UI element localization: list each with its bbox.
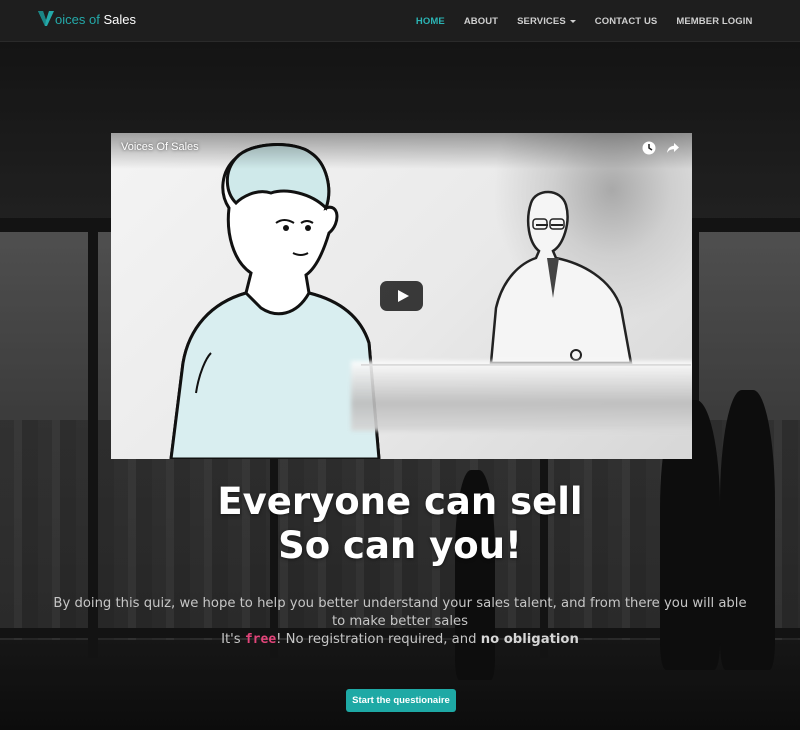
- brand-text-voices: oices of: [55, 11, 100, 27]
- hero-headline-line2: So can you!: [278, 524, 522, 567]
- share-icon[interactable]: [666, 140, 680, 159]
- brand-text: oices of Sales: [55, 12, 136, 27]
- video-title[interactable]: Voices Of Sales: [121, 141, 199, 153]
- nav-services-label: SERVICES: [517, 15, 566, 27]
- youtube-video-embed[interactable]: Voices Of Sales: [111, 133, 692, 459]
- brand-text-sales: Sales: [103, 11, 136, 27]
- hero-headline-line1: Everyone can sell: [217, 480, 583, 523]
- hero-subtitle-prefix: It's: [221, 632, 245, 647]
- no-obligation-text: no obligation: [480, 632, 579, 647]
- nav-home[interactable]: HOME: [406, 16, 454, 27]
- top-navbar: oices of Sales HOME ABOUT SERVICES CONTA…: [0, 0, 800, 42]
- main-nav: HOME ABOUT SERVICES CONTACT US MEMBER LO…: [406, 0, 762, 42]
- hero-subtitle: By doing this quiz, we hope to help you …: [50, 595, 750, 649]
- caret-down-icon: [569, 19, 576, 23]
- nav-services[interactable]: SERVICES: [508, 16, 586, 27]
- nav-contact-us[interactable]: CONTACT US: [585, 16, 667, 27]
- free-highlight: free: [244, 632, 277, 647]
- watch-later-icon[interactable]: [642, 140, 656, 159]
- nav-about[interactable]: ABOUT: [454, 16, 507, 27]
- nav-member-login[interactable]: MEMBER LOGIN: [667, 16, 762, 27]
- hero-subtitle-middle: ! No registration required, and: [276, 632, 481, 647]
- v-logo-icon: [38, 10, 54, 28]
- play-icon[interactable]: [380, 281, 423, 311]
- brand-logo-link[interactable]: oices of Sales: [38, 10, 136, 28]
- hero-subtitle-line1: By doing this quiz, we hope to help you …: [53, 596, 747, 629]
- video-controls-top: [642, 140, 680, 159]
- start-questionaire-button[interactable]: Start the questionaire: [346, 689, 456, 712]
- hero-headline: Everyone can sell So can you!: [0, 480, 800, 568]
